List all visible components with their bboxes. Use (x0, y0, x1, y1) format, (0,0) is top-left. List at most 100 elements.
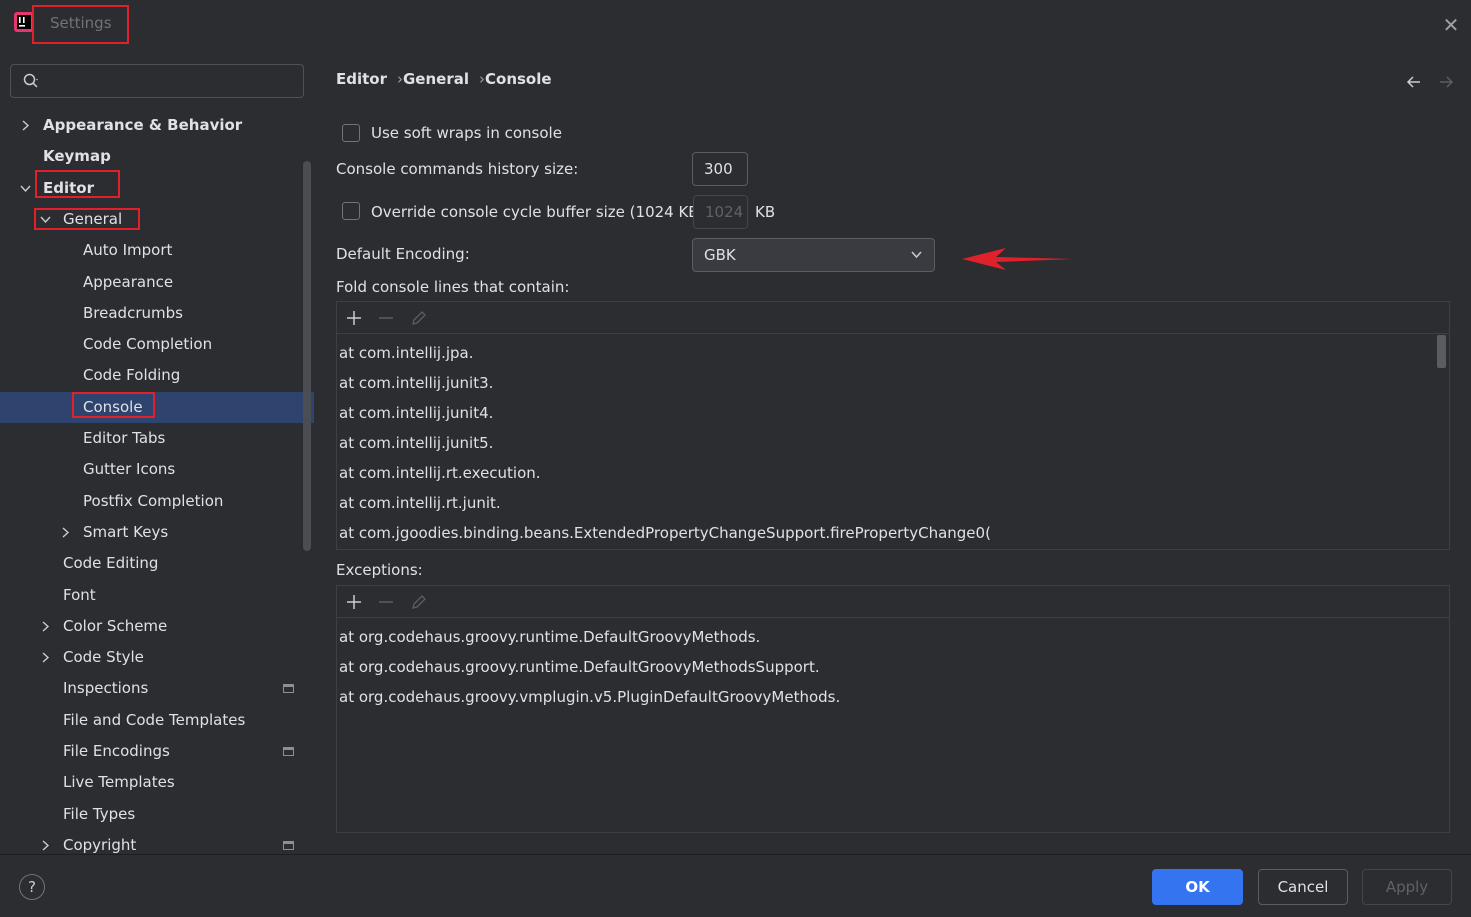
sidebar-item-label: Code Completion (83, 335, 213, 354)
sidebar-item-label: General (63, 209, 123, 228)
fold-lines-label: Fold console lines that contain: (336, 278, 570, 296)
sidebar-item[interactable]: Smart Keys (0, 517, 314, 548)
sidebar-item-label: Color Scheme (63, 616, 168, 635)
list-item[interactable]: at org.codehaus.groovy.vmplugin.v5.Plugi… (339, 688, 840, 706)
remove-icon (379, 601, 393, 603)
sidebar-item[interactable]: Appearance (0, 267, 314, 298)
sidebar-item-label: Copyright (63, 835, 137, 854)
sidebar-item-label: Code Folding (83, 366, 181, 385)
sidebar-item[interactable]: Console (0, 391, 314, 423)
cancel-button[interactable]: Cancel (1258, 869, 1348, 905)
list-item[interactable]: at com.intellij.rt.junit. (339, 494, 501, 512)
sidebar-item[interactable]: Code Editing (0, 548, 314, 579)
sidebar-item[interactable]: Editor Tabs (0, 423, 314, 454)
sidebar-item[interactable]: Breadcrumbs (0, 298, 314, 329)
add-icon[interactable] (345, 309, 363, 327)
sidebar-item[interactable]: File Encodings (0, 736, 314, 767)
exceptions-panel: at org.codehaus.groovy.runtime.DefaultGr… (336, 585, 1450, 833)
sidebar-item-label: Editor Tabs (83, 429, 166, 447)
sidebar-item-label: File Types (63, 804, 136, 823)
edit-icon (412, 595, 426, 609)
list-item[interactable]: at com.intellij.rt.execution. (339, 464, 541, 482)
breadcrumb-item[interactable]: Editor (336, 70, 387, 88)
title-bar: Settings ✕ (0, 0, 1471, 50)
window-title: Settings (50, 14, 112, 32)
annotation-arrow-icon (962, 248, 1074, 270)
sidebar-item[interactable]: Inspections (0, 673, 314, 704)
sidebar-item-label: Keymap (43, 147, 111, 166)
sidebar-item[interactable]: Code Folding (0, 360, 314, 391)
sidebar-item-label: Inspections (63, 679, 149, 698)
sidebar-item[interactable]: Auto Import (0, 235, 314, 266)
project-settings-icon (283, 840, 294, 850)
fold-list-scrollbar[interactable] (1437, 335, 1446, 368)
sidebar-item-label: Breadcrumbs (83, 303, 183, 322)
help-icon[interactable]: ? (19, 874, 45, 900)
breadcrumb: Editor ›General ›Console (336, 70, 552, 88)
chevron-down-icon[interactable] (40, 204, 54, 235)
add-icon[interactable] (345, 593, 363, 611)
sidebar-item-label: Font (63, 585, 96, 604)
sidebar-item-label: Console (83, 397, 143, 416)
search-box[interactable] (10, 64, 304, 98)
list-item[interactable]: at com.jgoodies.binding.beans.ExtendedPr… (339, 524, 991, 542)
forward-arrow-icon (1440, 76, 1454, 88)
sidebar-item[interactable]: Code Style (0, 642, 314, 673)
chevron-right-icon[interactable] (60, 517, 74, 548)
sidebar-item[interactable]: Live Templates (0, 767, 314, 798)
buffer-size-input: 1024 (693, 195, 748, 229)
sidebar-item[interactable]: Keymap (0, 141, 314, 172)
sidebar-item-label: Editor (43, 178, 94, 197)
sidebar-item[interactable]: Appearance & Behavior (0, 110, 314, 141)
sidebar-item[interactable]: Color Scheme (0, 611, 314, 642)
sidebar-item-label: Live Templates (63, 773, 175, 792)
search-input[interactable] (49, 69, 293, 95)
list-item[interactable]: at org.codehaus.groovy.runtime.DefaultGr… (339, 628, 760, 646)
chevron-right-icon[interactable] (20, 110, 34, 141)
project-settings-icon (283, 684, 294, 694)
breadcrumb-item[interactable]: General (403, 70, 469, 88)
chevron-down-icon (911, 251, 922, 259)
dialog-footer: ? OK Cancel Apply (0, 854, 1471, 917)
chevron-right-icon[interactable] (40, 642, 54, 673)
history-size-input[interactable]: 300 (692, 152, 748, 186)
exceptions-toolbar (337, 586, 1449, 618)
sidebar-scrollbar[interactable] (303, 161, 311, 551)
chevron-right-icon[interactable] (40, 611, 54, 642)
sidebar-item-label: Gutter Icons (83, 460, 176, 479)
sidebar-item[interactable]: Font (0, 580, 314, 611)
sidebar-item-label: Appearance (83, 272, 174, 291)
sidebar-item-label: Postfix Completion (83, 491, 224, 510)
project-settings-icon (283, 747, 294, 756)
remove-icon (379, 317, 393, 319)
sidebar-item[interactable]: Editor (0, 173, 314, 204)
exceptions-label: Exceptions: (336, 561, 423, 579)
back-arrow-icon[interactable] (1404, 72, 1424, 92)
close-icon[interactable]: ✕ (1440, 14, 1462, 36)
list-item[interactable]: at com.intellij.junit4. (339, 404, 493, 422)
chevron-right-icon[interactable] (40, 830, 54, 854)
apply-button: Apply (1362, 869, 1452, 905)
list-item[interactable]: at com.intellij.junit3. (339, 374, 493, 392)
list-item[interactable]: at com.intellij.jpa. (339, 344, 474, 362)
sidebar-item[interactable]: General (0, 204, 314, 235)
sidebar-item[interactable]: Copyright (0, 830, 314, 854)
soft-wraps-label: Use soft wraps in console (371, 124, 562, 142)
settings-content: Editor ›General ›Console Use soft wraps in… (314, 50, 1471, 854)
sidebar-item[interactable]: Gutter Icons (0, 454, 314, 485)
encoding-selected-value: GBK (704, 246, 736, 264)
sidebar-item-label: Code Editing (63, 554, 159, 573)
sidebar-item[interactable]: File and Code Templates (0, 705, 314, 736)
breadcrumb-item: Console (485, 70, 552, 88)
soft-wraps-checkbox[interactable] (342, 124, 360, 142)
chevron-down-icon[interactable] (20, 173, 34, 204)
override-buffer-checkbox[interactable] (342, 202, 360, 220)
sidebar-item[interactable]: Code Completion (0, 329, 314, 360)
default-encoding-label: Default Encoding: (336, 245, 470, 263)
sidebar-item[interactable]: File Types (0, 799, 314, 830)
default-encoding-select[interactable]: GBK (692, 238, 935, 272)
sidebar-item[interactable]: Postfix Completion (0, 486, 314, 517)
list-item[interactable]: at org.codehaus.groovy.runtime.DefaultGr… (339, 658, 820, 676)
ok-button[interactable]: OK (1152, 869, 1243, 905)
list-item[interactable]: at com.intellij.junit5. (339, 434, 493, 452)
